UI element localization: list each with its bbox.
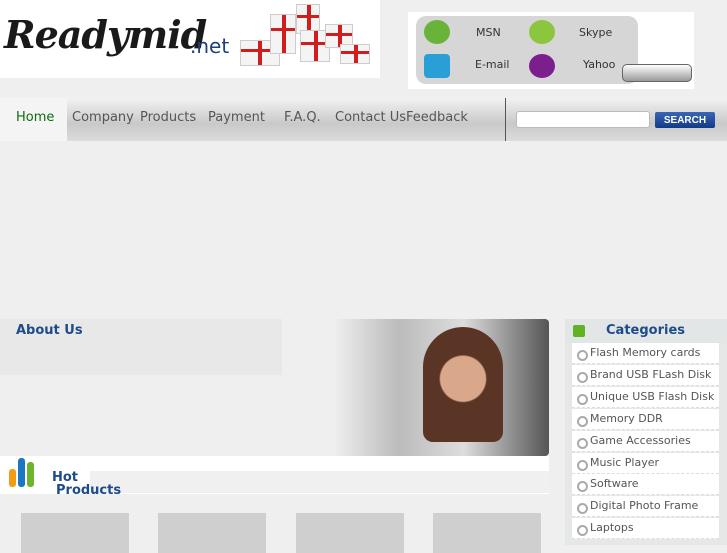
contact-panel: MSN Skype E-mail Yahoo — [408, 12, 694, 89]
nav-company[interactable]: Company — [72, 110, 134, 125]
email-link[interactable]: E-mail — [475, 58, 510, 71]
nav-faq[interactable]: F.A.Q. — [284, 110, 321, 125]
nav-products[interactable]: Products — [140, 110, 196, 125]
category-item[interactable]: Software — [572, 474, 719, 495]
categories-heading: Categories — [606, 323, 686, 338]
product-thumbnail[interactable] — [433, 513, 541, 553]
hot-products-header: Hot Products — [0, 456, 549, 498]
skype-icon[interactable] — [529, 20, 555, 44]
product-thumbnail[interactable] — [296, 513, 404, 553]
msn-link[interactable]: MSN — [476, 26, 501, 39]
msn-icon[interactable] — [424, 20, 450, 44]
category-item[interactable]: Brand USB FLash Disk — [572, 365, 719, 386]
category-item[interactable]: Memory DDR — [572, 409, 719, 430]
nav-divider — [505, 98, 506, 141]
play-icon — [573, 325, 585, 337]
categories-panel: Categories Flash Memory cards Brand USB … — [565, 319, 727, 545]
category-item[interactable]: Flash Memory cards — [572, 343, 719, 364]
usb-drive-image — [622, 64, 692, 82]
product-thumbnail[interactable] — [21, 513, 129, 553]
support-photo — [335, 319, 549, 456]
email-icon[interactable] — [424, 54, 450, 78]
category-item[interactable]: Digital Photo Frame — [572, 496, 719, 517]
category-item[interactable]: Music Player — [572, 453, 719, 474]
about-us-heading: About Us — [16, 323, 83, 338]
logo-tld: .net — [190, 34, 230, 58]
site-logo[interactable]: Readymid .net — [0, 0, 380, 78]
yahoo-link[interactable]: Yahoo — [583, 58, 615, 71]
product-thumbnail[interactable] — [158, 513, 266, 553]
nav-contact-us[interactable]: Contact Us — [335, 110, 406, 125]
search-button[interactable]: SEARCH — [655, 112, 715, 128]
category-item[interactable]: Game Accessories — [572, 431, 719, 452]
search-input[interactable] — [516, 111, 650, 128]
hot-heading-line2: Products — [56, 483, 122, 498]
category-item[interactable]: Unique USB Flash Disk — [572, 387, 719, 408]
category-item[interactable]: Laptops — [572, 518, 719, 539]
about-us-section: About Us — [0, 319, 282, 375]
nav-feedback[interactable]: Feedback — [406, 110, 468, 125]
logo-brand: Readymid — [4, 12, 207, 57]
skype-link[interactable]: Skype — [579, 26, 612, 39]
nav-payment[interactable]: Payment — [208, 110, 265, 125]
nav-home[interactable]: Home — [16, 110, 54, 125]
yahoo-icon[interactable] — [529, 54, 555, 78]
